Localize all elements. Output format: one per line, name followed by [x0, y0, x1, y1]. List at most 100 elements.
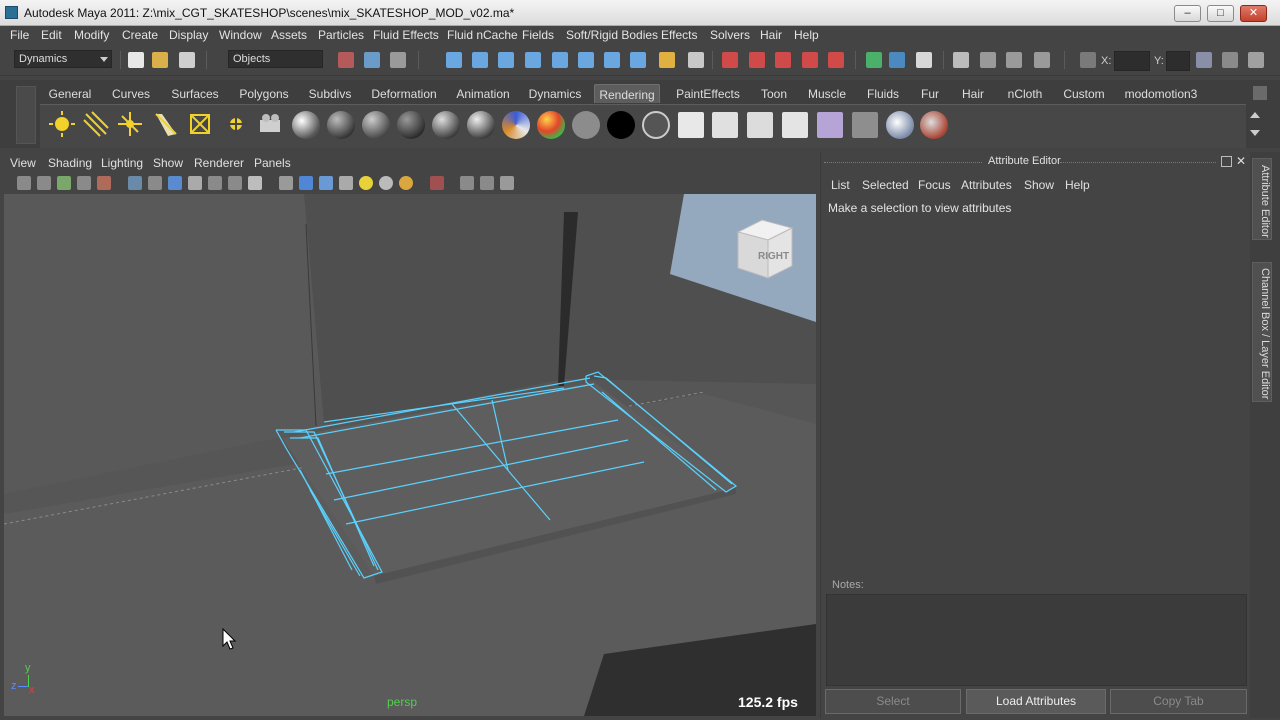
tab-painteffects[interactable]: PaintEffects: [672, 84, 744, 103]
menu-file[interactable]: File: [10, 28, 29, 44]
ae-menu-attributes[interactable]: Attributes: [961, 178, 1012, 192]
render-layer-icon[interactable]: [852, 112, 878, 138]
grid-icon[interactable]: [128, 176, 142, 190]
save-scene-icon[interactable]: [179, 52, 195, 68]
hypershade-icon[interactable]: [980, 52, 996, 68]
menu-display[interactable]: Display: [169, 28, 208, 44]
two-d-pan-zoom-icon[interactable]: [97, 176, 111, 190]
ipr-render-icon[interactable]: [916, 52, 932, 68]
tab-curves[interactable]: Curves: [108, 84, 154, 103]
safe-action-icon[interactable]: [228, 176, 242, 190]
close-panel-icon[interactable]: ✕: [1236, 154, 1246, 168]
select-curves-icon[interactable]: [498, 52, 514, 68]
menu-create[interactable]: Create: [122, 28, 158, 44]
menu-help[interactable]: Help: [794, 28, 819, 44]
menu-assets[interactable]: Assets: [271, 28, 307, 44]
use-background-icon[interactable]: [607, 111, 635, 139]
safe-title-icon[interactable]: [248, 176, 262, 190]
menu-window[interactable]: Window: [219, 28, 262, 44]
batch-render-icon[interactable]: [782, 112, 808, 138]
channel-box-toggle-icon[interactable]: [1248, 52, 1264, 68]
tab-hair[interactable]: Hair: [956, 84, 990, 103]
menu-fluid-effects[interactable]: Fluid Effects: [373, 28, 439, 44]
hypershade-shelf-icon[interactable]: [817, 112, 843, 138]
select-handles-icon[interactable]: [446, 52, 462, 68]
tab-muscle[interactable]: Muscle: [804, 84, 850, 103]
render-view-icon[interactable]: [1006, 52, 1022, 68]
select-object-icon[interactable]: [364, 52, 380, 68]
notes-textarea[interactable]: [826, 594, 1247, 686]
paint-brush-icon[interactable]: [920, 111, 948, 139]
snap-view-plane-icon[interactable]: [802, 52, 818, 68]
menu-solvers[interactable]: Solvers: [710, 28, 750, 44]
render-current-frame-icon[interactable]: [678, 112, 704, 138]
tab-surfaces[interactable]: Surfaces: [166, 84, 224, 103]
tab-toon[interactable]: Toon: [756, 84, 792, 103]
maximize-button[interactable]: □: [1207, 5, 1234, 22]
panel-menu-renderer[interactable]: Renderer: [194, 156, 244, 170]
tab-deformation[interactable]: Deformation: [368, 84, 440, 103]
shelf-menu-button[interactable]: [16, 86, 36, 144]
copy-tab-button[interactable]: Copy Tab: [1110, 689, 1247, 714]
use-all-lights-icon[interactable]: [379, 176, 393, 190]
spot-light-icon[interactable]: [150, 110, 178, 138]
tab-channel-box[interactable]: Channel Box / Layer Editor: [1252, 262, 1272, 402]
menu-edit[interactable]: Edit: [41, 28, 62, 44]
menu-hair[interactable]: Hair: [760, 28, 782, 44]
tab-ncloth[interactable]: nCloth: [1002, 84, 1048, 103]
film-gate-icon[interactable]: [148, 176, 162, 190]
ae-menu-list[interactable]: List: [831, 178, 850, 192]
field-chart-icon[interactable]: [208, 176, 222, 190]
attribute-editor-toggle-icon[interactable]: [1196, 52, 1212, 68]
menu-particles[interactable]: Particles: [318, 28, 364, 44]
panel-menu-lighting[interactable]: Lighting: [101, 156, 143, 170]
tab-custom[interactable]: Custom: [1060, 84, 1108, 103]
panel-menu-view[interactable]: View: [10, 156, 36, 170]
layered-shader-icon[interactable]: [397, 111, 425, 139]
close-button[interactable]: ✕: [1240, 5, 1267, 22]
area-light-icon[interactable]: [186, 110, 214, 138]
menu-soft-rigid-bodies[interactable]: Soft/Rigid Bodies: [566, 28, 658, 44]
tab-modomotion3[interactable]: modomotion3: [1120, 84, 1202, 103]
xray-components-icon[interactable]: [500, 176, 514, 190]
phong-material-icon[interactable]: [432, 111, 460, 139]
anisotropic-material-icon[interactable]: [292, 111, 320, 139]
shading-map-icon[interactable]: [537, 111, 565, 139]
mental-ray-icon[interactable]: [886, 111, 914, 139]
camera-icon[interactable]: [256, 110, 284, 138]
wireframe-icon[interactable]: [279, 176, 293, 190]
point-light-icon[interactable]: [116, 110, 144, 138]
isolate-select-icon[interactable]: [430, 176, 444, 190]
menu-effects[interactable]: Effects: [661, 28, 697, 44]
ambient-light-icon[interactable]: [48, 110, 76, 138]
directional-light-icon[interactable]: [82, 110, 110, 138]
panel-menu-shading[interactable]: Shading: [48, 156, 92, 170]
open-scene-icon[interactable]: [152, 52, 168, 68]
tool-settings-toggle-icon[interactable]: [1222, 52, 1238, 68]
perspective-viewport[interactable]: RIGHT: [4, 194, 816, 716]
image-plane-icon[interactable]: [77, 176, 91, 190]
ramp-shader-icon[interactable]: [502, 111, 530, 139]
ae-menu-focus[interactable]: Focus: [918, 178, 951, 192]
make-live-icon[interactable]: [828, 52, 844, 68]
tab-rendering[interactable]: Rendering: [594, 84, 660, 103]
float-panel-icon[interactable]: [1221, 156, 1232, 167]
menu-fields[interactable]: Fields: [522, 28, 554, 44]
tab-attribute-editor[interactable]: Attribute Editor: [1252, 158, 1272, 240]
smooth-shade-icon[interactable]: [299, 176, 313, 190]
history-icon[interactable]: [866, 52, 882, 68]
render-frame-icon[interactable]: [889, 52, 905, 68]
xray-joints-icon[interactable]: [480, 176, 494, 190]
snap-point-icon[interactable]: [775, 52, 791, 68]
ae-menu-selected[interactable]: Selected: [862, 178, 909, 192]
ae-menu-show[interactable]: Show: [1024, 178, 1054, 192]
select-misc-icon[interactable]: [630, 52, 646, 68]
minimize-button[interactable]: –: [1174, 5, 1201, 22]
phonge-material-icon[interactable]: [467, 111, 495, 139]
use-default-lights-icon[interactable]: [359, 176, 373, 190]
tab-polygons[interactable]: Polygons: [236, 84, 292, 103]
panel-menu-panels[interactable]: Panels: [254, 156, 291, 170]
trash-icon[interactable]: [1253, 86, 1267, 100]
select-camera-icon[interactable]: [17, 176, 31, 190]
bookmarks-icon[interactable]: [57, 176, 71, 190]
